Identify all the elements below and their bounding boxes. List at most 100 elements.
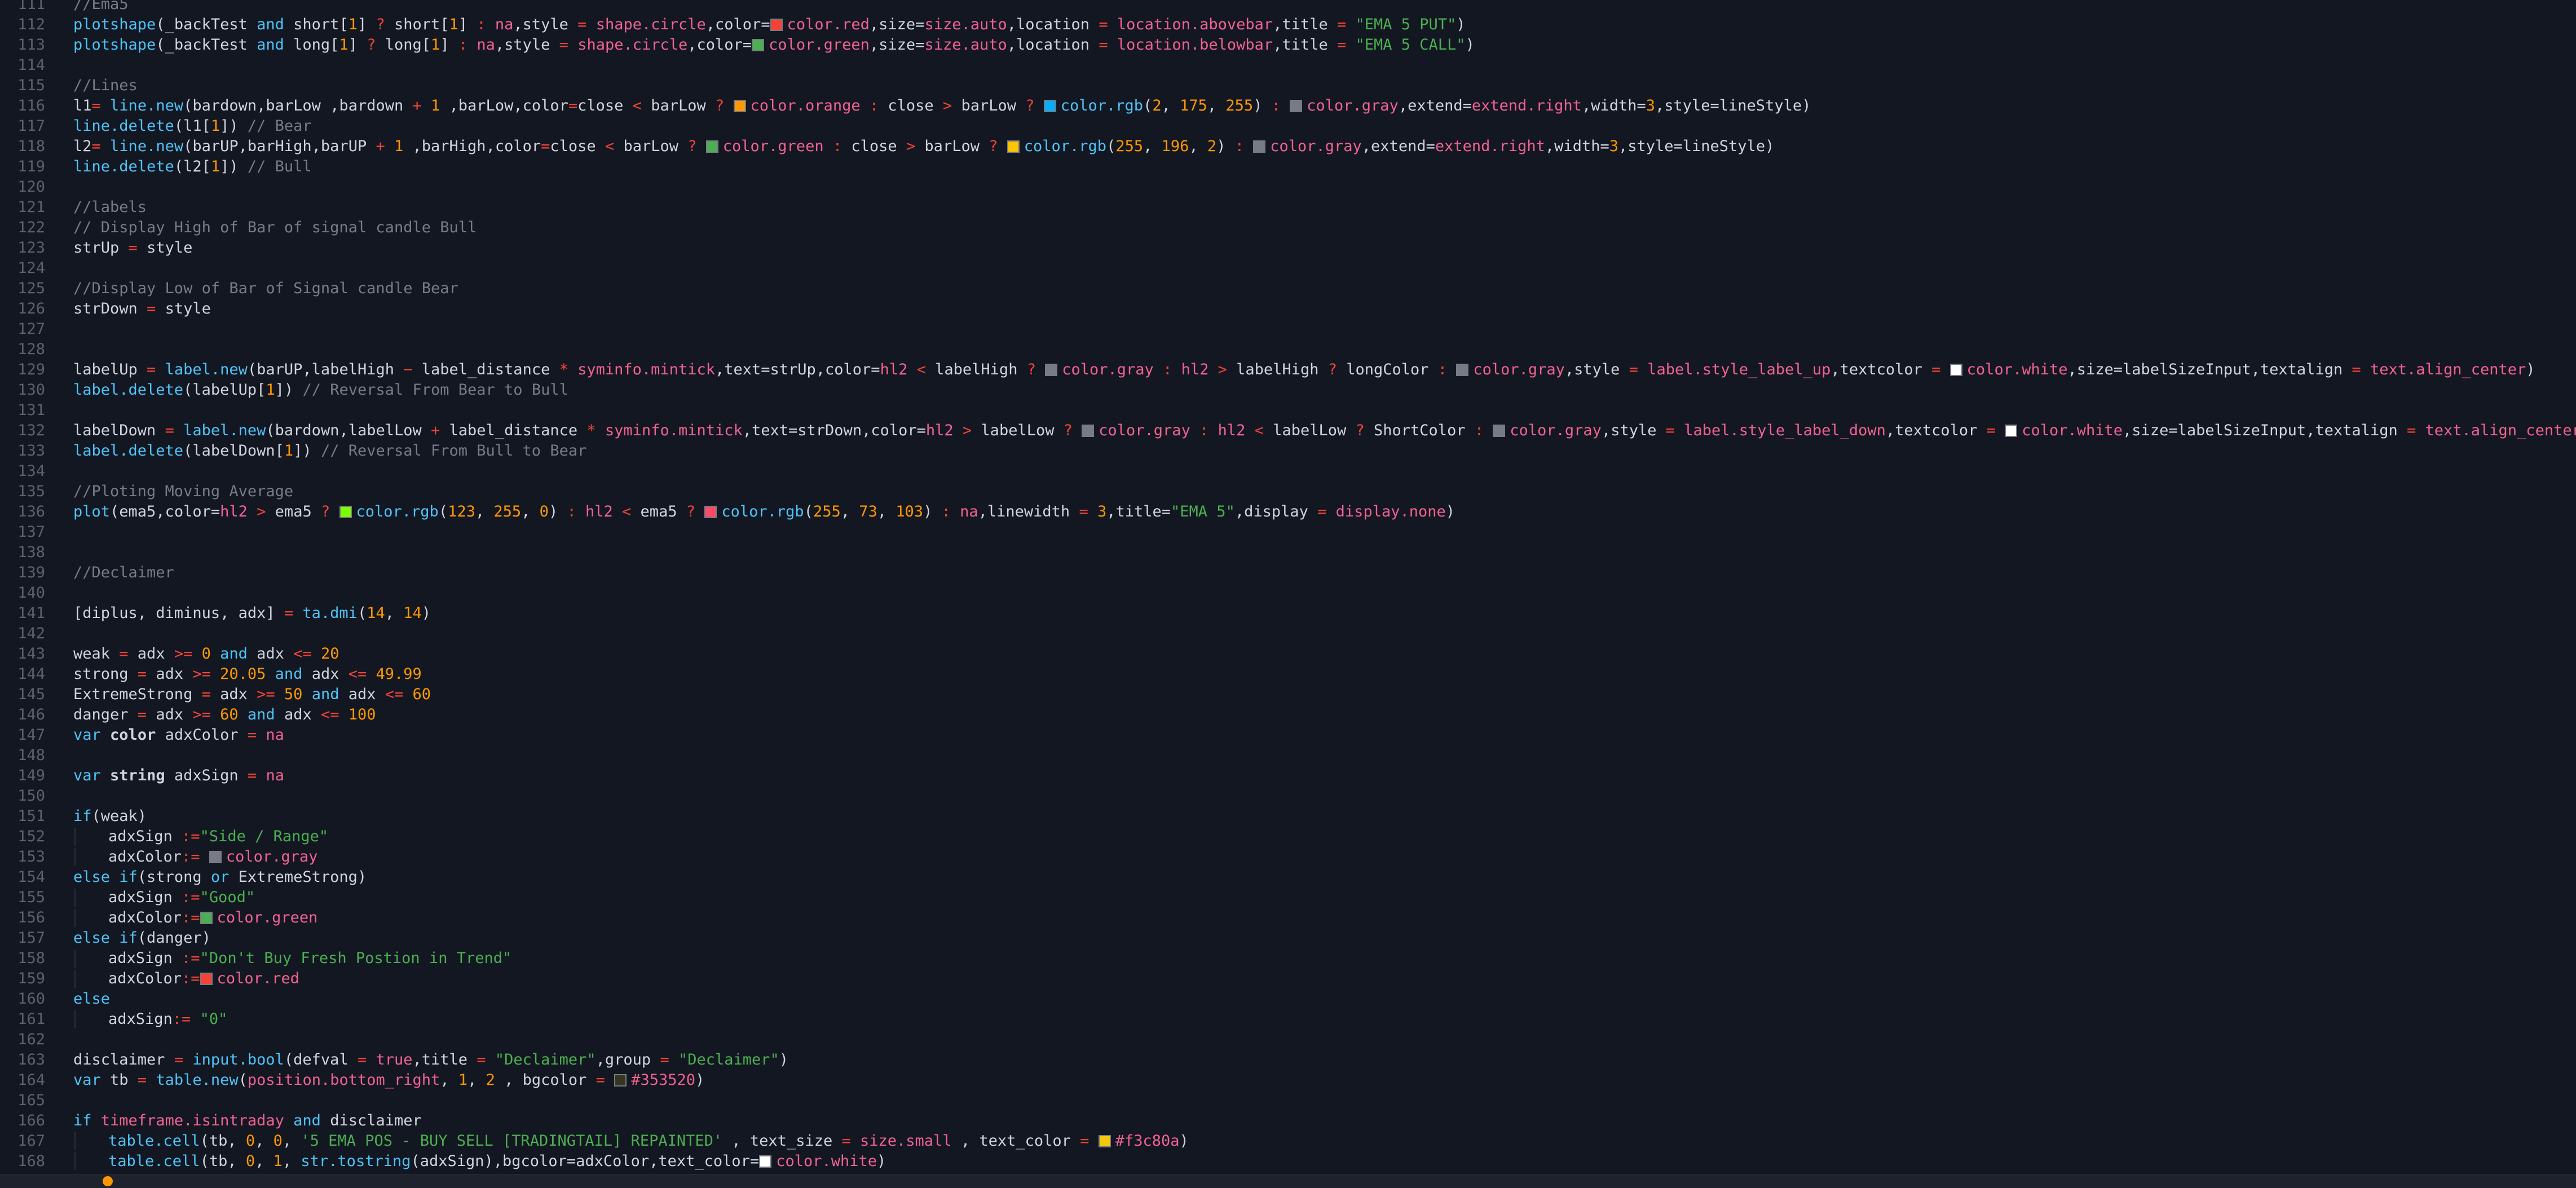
color-swatch-icon[interactable] — [1044, 100, 1056, 112]
code-token: 123 — [448, 503, 475, 520]
code-line[interactable]: 115//Lines — [0, 76, 2576, 96]
code-editor[interactable]: 111//Ema5112plotshape(_backTest and shor… — [0, 0, 2576, 1174]
code-line[interactable]: 130label.delete(labelUp[1]) // Reversal … — [0, 380, 2576, 400]
code-text: adxColor:=color.red — [108, 969, 299, 989]
code-line[interactable]: 150 — [0, 786, 2576, 806]
color-swatch-icon[interactable] — [614, 1074, 627, 1087]
code-line[interactable]: 111//Ema5 — [0, 0, 2576, 15]
color-swatch-icon[interactable] — [770, 19, 783, 31]
code-token: if — [73, 1112, 92, 1129]
color-swatch-icon[interactable] — [1493, 425, 1505, 437]
code-line[interactable]: 165 — [0, 1090, 2576, 1111]
code-line[interactable]: 136plot(ema5,color=hl2 > ema5 ? color.rg… — [0, 502, 2576, 522]
code-token: "Good" — [200, 889, 255, 906]
code-line[interactable]: 137 — [0, 522, 2576, 542]
color-swatch-icon[interactable] — [1082, 425, 1094, 437]
code-line[interactable]: 135//Ploting Moving Average — [0, 482, 2576, 502]
code-line[interactable]: 121//labels — [0, 197, 2576, 218]
code-token: and — [257, 16, 284, 33]
code-line[interactable]: 118l2= line.new(barUP,barHigh,barUP + 1 … — [0, 136, 2576, 157]
code-line[interactable]: 159adxColor:=color.red — [0, 969, 2576, 989]
color-swatch-icon[interactable] — [200, 973, 213, 985]
code-line[interactable]: 122// Display High of Bar of signal cand… — [0, 218, 2576, 238]
code-line[interactable]: 131 — [0, 400, 2576, 421]
code-line[interactable]: 119line.delete(l2[1]) // Bull — [0, 157, 2576, 177]
color-swatch-icon[interactable] — [1099, 1135, 1111, 1147]
code-token — [695, 503, 704, 520]
code-line[interactable]: 144strong = adx >= 20.05 and adx <= 49.9… — [0, 664, 2576, 684]
line-number: 116 — [0, 96, 45, 116]
code-line[interactable]: 154else if(strong or ExtremeStrong) — [0, 867, 2576, 887]
line-number: 130 — [0, 380, 45, 400]
code-line[interactable]: 113plotshape(_backTest and long[1] ? lon… — [0, 35, 2576, 55]
code-line[interactable]: 128 — [0, 339, 2576, 360]
code-line[interactable]: 158adxSign :="Don't Buy Fresh Postion in… — [0, 948, 2576, 969]
code-line[interactable]: 112plotshape(_backTest and short[1] ? sh… — [0, 15, 2576, 35]
code-line[interactable]: 148 — [0, 745, 2576, 766]
code-line[interactable]: 146danger = adx >= 60 and adx <= 100 — [0, 705, 2576, 725]
code-token — [1996, 422, 2005, 439]
color-swatch-icon[interactable] — [2005, 425, 2017, 437]
code-line[interactable]: 123strUp = style — [0, 238, 2576, 258]
color-swatch-icon[interactable] — [759, 1155, 771, 1168]
code-line[interactable]: 164var tb = table.new(position.bottom_ri… — [0, 1070, 2576, 1090]
color-swatch-icon[interactable] — [1253, 140, 1265, 153]
code-token: adxSign — [108, 828, 182, 845]
color-swatch-icon[interactable] — [1290, 100, 1302, 112]
code-line[interactable]: 153adxColor:= color.gray — [0, 847, 2576, 867]
code-line[interactable]: 134 — [0, 461, 2576, 482]
code-line[interactable]: 126strDown = style — [0, 299, 2576, 319]
color-swatch-icon[interactable] — [704, 506, 717, 518]
code-line[interactable]: 167table.cell(tb, 0, 0, '5 EMA POS - BUY… — [0, 1131, 2576, 1151]
code-line[interactable]: 139//Declaimer — [0, 563, 2576, 583]
code-token: labelLow — [1264, 422, 1356, 439]
code-line[interactable]: 116l1= line.new(bardown,barLow ,bardown … — [0, 96, 2576, 116]
color-swatch-icon[interactable] — [1950, 364, 1962, 376]
code-text: //labels — [73, 197, 147, 218]
color-swatch-icon[interactable] — [200, 912, 213, 924]
color-swatch-icon[interactable] — [752, 39, 764, 51]
code-line[interactable]: 117line.delete(l1[1]) // Bear — [0, 116, 2576, 136]
code-line[interactable]: 163disclaimer = input.bool(defval = true… — [0, 1050, 2576, 1070]
code-line[interactable]: 143weak = adx >= 0 and adx <= 20 — [0, 644, 2576, 664]
color-swatch-icon[interactable] — [1007, 140, 1020, 153]
code-token: >= — [192, 665, 211, 683]
warning-icon[interactable] — [103, 1176, 113, 1186]
code-line[interactable]: 140 — [0, 583, 2576, 603]
code-line[interactable]: 152adxSign :="Side / Range" — [0, 827, 2576, 847]
code-line[interactable]: 160else — [0, 989, 2576, 1009]
code-line[interactable]: 161adxSign:= "0" — [0, 1009, 2576, 1030]
code-line[interactable]: 145ExtremeStrong = adx >= 50 and adx <= … — [0, 684, 2576, 705]
code-line[interactable]: 141[diplus, diminus, adx] = ta.dmi(14, 1… — [0, 603, 2576, 624]
code-line[interactable]: 138 — [0, 542, 2576, 563]
code-line[interactable]: 155adxSign :="Good" — [0, 887, 2576, 908]
code-line[interactable]: 142 — [0, 624, 2576, 644]
code-token: if — [73, 807, 92, 825]
color-swatch-icon[interactable] — [706, 140, 718, 153]
color-swatch-icon[interactable] — [209, 851, 222, 863]
code-line[interactable]: 127 — [0, 319, 2576, 339]
code-line[interactable]: 114 — [0, 55, 2576, 76]
code-line[interactable]: 147var color adxColor = na — [0, 725, 2576, 745]
code-line[interactable]: 124 — [0, 258, 2576, 279]
color-swatch-icon[interactable] — [1045, 364, 1057, 376]
code-line[interactable]: 132labelDown = label.new(bardown,labelLo… — [0, 421, 2576, 441]
code-token: '5 EMA POS - BUY SELL [TRADINGTAIL] REPA… — [301, 1132, 722, 1150]
code-line[interactable]: 166if timeframe.isintraday and disclaime… — [0, 1111, 2576, 1131]
code-line[interactable]: 125//Display Low of Bar of Signal candle… — [0, 279, 2576, 299]
code-line[interactable]: 151if(weak) — [0, 806, 2576, 827]
code-line[interactable]: 149var string adxSign = na — [0, 766, 2576, 786]
code-line[interactable]: 157else if(danger) — [0, 928, 2576, 948]
code-line[interactable]: 120 — [0, 177, 2576, 197]
code-line[interactable]: 129labelUp = label.new(barUP,labelHigh −… — [0, 360, 2576, 380]
code-line[interactable]: 156adxColor:=color.green — [0, 908, 2576, 928]
color-swatch-icon[interactable] — [734, 100, 746, 112]
code-line[interactable]: 162 — [0, 1030, 2576, 1050]
color-swatch-icon[interactable] — [1456, 364, 1468, 376]
color-swatch-icon[interactable] — [339, 506, 352, 518]
code-token: disclaimer — [321, 1112, 422, 1129]
code-line[interactable]: 133label.delete(labelDown[1]) // Reversa… — [0, 441, 2576, 461]
code-token: and — [275, 665, 303, 683]
code-token — [312, 645, 321, 663]
code-line[interactable]: 168table.cell(tb, 0, 1, str.tostring(adx… — [0, 1151, 2576, 1172]
